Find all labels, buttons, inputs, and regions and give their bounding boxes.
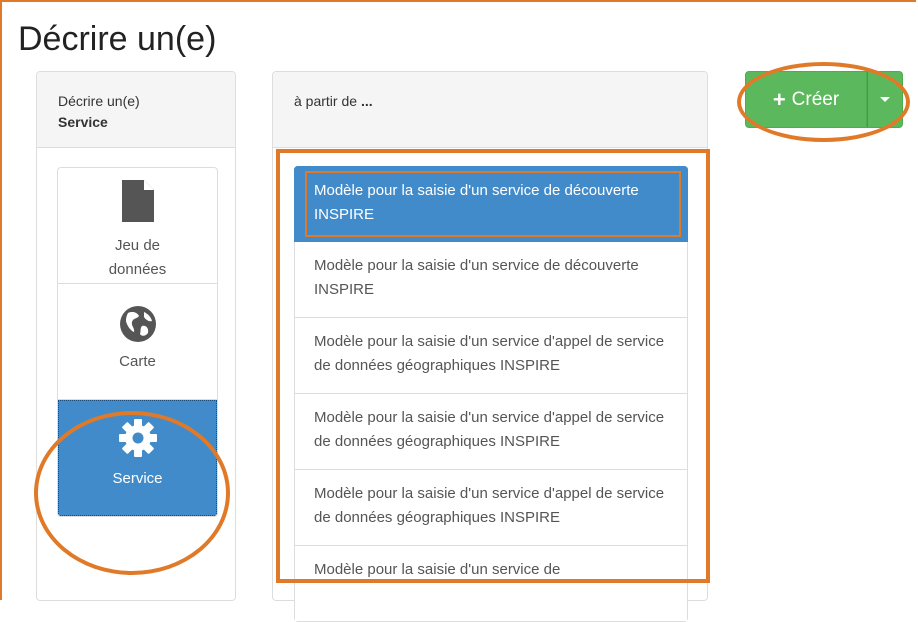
type-item-map[interactable]: Carte — [58, 284, 217, 400]
template-item[interactable]: Modèle pour la saisie d'un service d'app… — [294, 394, 688, 470]
template-item-label: Modèle pour la saisie d'un service d'app… — [314, 333, 665, 374]
create-button-label: Créer — [791, 88, 840, 110]
type-panel-heading: Décrire un(e) Service — [37, 72, 235, 148]
type-item-service[interactable]: Service — [58, 400, 217, 516]
type-panel-heading-label: Décrire un(e) — [58, 93, 140, 109]
type-item-label: Service — [112, 470, 163, 487]
type-item-dataset[interactable]: Jeu de données — [58, 168, 217, 284]
template-list: Modèle pour la saisie d'un service de dé… — [294, 166, 688, 622]
template-panel-heading: à partir de ... — [273, 72, 707, 148]
template-item[interactable]: Modèle pour la saisie d'un service d'app… — [294, 470, 688, 546]
create-button-group: + Créer — [745, 71, 903, 128]
type-item-label-line2: données — [108, 261, 167, 278]
template-panel: à partir de ... Modèle pour la saisie d'… — [272, 71, 708, 622]
type-item-label: Carte — [119, 353, 156, 370]
create-button[interactable]: + Créer — [745, 71, 867, 128]
annotation-highlight — [305, 171, 681, 237]
selected-type-label: Service — [58, 114, 108, 130]
file-icon — [120, 178, 156, 228]
type-panel: Décrire un(e) Service Jeu de données Car… — [36, 71, 236, 601]
template-item[interactable]: Modèle pour la saisie d'un service de dé… — [294, 166, 688, 242]
caret-down-icon — [880, 97, 890, 102]
globe-icon — [118, 304, 158, 348]
template-item-label: Modèle pour la saisie d'un service de — [314, 561, 561, 578]
type-list: Jeu de données Carte Service — [57, 167, 218, 517]
page-title: Décrire un(e) — [18, 20, 217, 58]
template-heading-prefix: à partir de — [294, 93, 361, 109]
type-item-label-line1: Jeu de — [114, 237, 161, 254]
create-dropdown-toggle[interactable] — [867, 71, 903, 128]
type-item-label: Jeu de données — [58, 234, 217, 282]
template-heading-suffix: ... — [360, 93, 373, 109]
plus-icon: + — [772, 86, 786, 112]
template-item-label: Modèle pour la saisie d'un service d'app… — [314, 485, 665, 526]
template-item[interactable]: Modèle pour la saisie d'un service de dé… — [294, 242, 688, 318]
template-item-label: Modèle pour la saisie d'un service d'app… — [314, 409, 665, 450]
gear-icon — [118, 418, 158, 462]
template-item-label: Modèle pour la saisie d'un service de dé… — [314, 257, 639, 298]
template-item[interactable]: Modèle pour la saisie d'un service de — [294, 546, 688, 622]
template-item-label: Modèle pour la saisie d'un service de dé… — [314, 182, 639, 223]
template-item[interactable]: Modèle pour la saisie d'un service d'app… — [294, 318, 688, 394]
